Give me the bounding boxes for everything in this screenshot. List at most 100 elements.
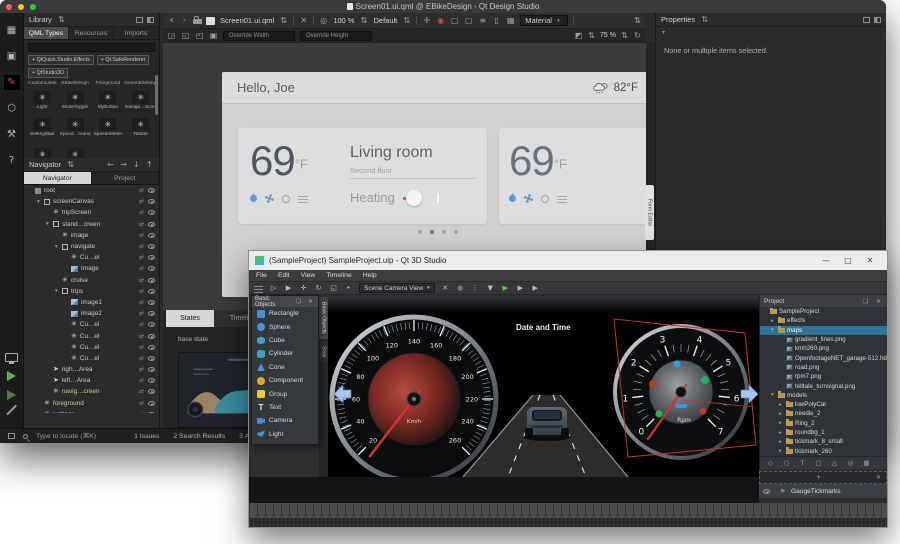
expand-arrow-icon[interactable]: ▸ [779, 402, 786, 408]
project-item-lowpolycar[interactable]: ▸lowPolyCar [760, 400, 887, 409]
step-icon[interactable]: ▶ [516, 284, 525, 292]
basic-object-cylinder[interactable]: Cylinder [252, 347, 318, 360]
basic-object-sphere[interactable]: Sphere [252, 320, 318, 333]
play-icon[interactable]: ▶ [501, 284, 510, 292]
project-item-roundbg-1[interactable]: ▸roundbg_1 [760, 428, 887, 437]
visibility-eye-icon[interactable] [148, 233, 155, 238]
export-toggle-icon[interactable]: ⇄ [139, 388, 144, 395]
page-dot-3[interactable] [442, 230, 446, 234]
collapse-caret-icon[interactable]: ▾ [656, 27, 886, 36]
timeline-layer-row[interactable]: ✳ GaugeTickmarks [759, 484, 887, 498]
vtab-basic-objects[interactable]: Basic Objects [319, 297, 328, 339]
split-panel-icon[interactable] [136, 17, 143, 23]
close-icon[interactable]: ✕ [859, 256, 881, 265]
minimize-icon[interactable]: — [815, 256, 837, 265]
lib-btn-qtquick-studio-effects[interactable]: + QtQuick.Studio.Effects [28, 55, 94, 65]
visibility-eye-icon[interactable] [148, 345, 155, 350]
fit-selection-icon[interactable]: ◲ [167, 31, 176, 40]
visibility-eye-icon[interactable] [148, 278, 155, 283]
ds-titlebar[interactable]: Screen01.ui.qml @ EBikeDesign - Qt Desig… [0, 0, 886, 13]
scale-tool-icon[interactable]: ◱ [329, 284, 338, 292]
help-icon[interactable]: ? [4, 153, 20, 168]
export-toggle-icon[interactable]: ⇄ [139, 377, 144, 384]
export-toggle-icon[interactable]: ⇄ [139, 321, 144, 328]
export-toggle-icon[interactable]: ⇄ [139, 310, 144, 317]
basic-object-text[interactable]: TText [252, 401, 318, 414]
library-component-naviga-screen[interactable]: ✳Naviga…Screen [124, 87, 157, 114]
export-toggle-icon[interactable]: ⇄ [139, 277, 144, 284]
text-asset-icon[interactable]: T [798, 459, 807, 467]
project-item-telltale-turnsignal-png[interactable]: telltale_turnsignal.png [760, 381, 887, 390]
export-toggle-icon[interactable]: ⇄ [139, 344, 144, 351]
export-toggle-icon[interactable]: ⇄ [139, 400, 144, 407]
navigator-item-cu-el[interactable]: ✳Cu…el⇄ [24, 353, 159, 364]
project-item-sampleproject[interactable]: SampleProject [760, 307, 887, 316]
lib-btn-qtstudio3d[interactable]: + QtStudio3D [28, 68, 68, 78]
room-card[interactable]: 69°F Living room Second floor Heating [238, 128, 487, 224]
form-editor-side-tab[interactable]: Form Editor [645, 185, 654, 240]
navigator-item-image[interactable]: Image⇄ [24, 263, 159, 274]
expand-arrow-icon[interactable]: ▸ [779, 439, 786, 445]
distribute-icon[interactable]: ▯ [492, 16, 501, 25]
export-toggle-icon[interactable]: ⇄ [139, 265, 144, 272]
visibility-eye-icon[interactable] [148, 300, 155, 305]
annotations-icon[interactable]: ◉ [436, 16, 445, 25]
timeline-scroll-strip[interactable] [249, 518, 887, 527]
menu-item-file[interactable]: File [256, 272, 267, 279]
style-select[interactable]: Default [373, 16, 397, 25]
export-toggle-icon[interactable]: ⇄ [139, 299, 144, 306]
close-tab-icon[interactable]: ✕ [299, 16, 308, 25]
project-item-effects[interactable]: ▸effects [760, 316, 887, 325]
ptab-navigator[interactable]: Navigator [24, 172, 92, 184]
export-toggle-icon[interactable]: ⇄ [139, 198, 144, 205]
status-item-2-search-results[interactable]: 2 Search Results [173, 433, 225, 440]
override-height-field[interactable]: Override Height [300, 31, 372, 41]
close-view-icon[interactable]: ✕ [441, 284, 450, 292]
zoom-level[interactable]: 100 % [333, 16, 354, 25]
visibility-eye-icon[interactable] [148, 311, 155, 316]
float-panel-icon[interactable]: ❏ [294, 298, 303, 305]
ptab-project[interactable]: Project [92, 172, 160, 184]
menu-item-view[interactable]: View [301, 272, 316, 279]
basic-object-camera[interactable]: Camera [252, 414, 318, 427]
tools-icon[interactable]: ⚒ [4, 127, 20, 142]
library-component-speedometer[interactable]: ✳SpeedoMeter [92, 114, 125, 141]
lib-group-foreground[interactable]: Foreground [92, 81, 125, 86]
ptab-qml-types[interactable]: QML Types [24, 27, 69, 39]
library-component-settingsbar[interactable]: ✳SettingsBar [26, 114, 59, 141]
toggle-knob[interactable] [406, 190, 422, 206]
visibility-eye-icon[interactable] [148, 266, 155, 271]
device-preview-icon[interactable] [5, 353, 18, 362]
drag-handle-icon[interactable] [254, 284, 263, 293]
run-button[interactable] [7, 371, 16, 381]
visibility-eye-icon[interactable] [148, 244, 155, 249]
navigator-item-navigate[interactable]: ▾navigate⇄ [24, 241, 159, 252]
basic-object-cone[interactable]: Cone [252, 361, 318, 374]
navigator-item-screencanvas[interactable]: ▾screenCanvas⇄ [24, 196, 159, 207]
fan-icon[interactable] [524, 194, 533, 203]
export-toggle-icon[interactable]: ⇄ [139, 411, 144, 413]
visibility-eye-icon[interactable] [148, 389, 155, 394]
navigator-item-settings[interactable]: ✳settings⇄ [24, 409, 159, 413]
visibility-eye-icon[interactable] [148, 289, 155, 294]
export-toggle-icon[interactable]: ⇄ [139, 366, 144, 373]
bounds-alt-icon[interactable]: ▢ [464, 16, 473, 25]
navigator-item-cu-el[interactable]: ✳Cu…el⇄ [24, 319, 159, 330]
play-tool-icon[interactable]: ▶ [284, 284, 293, 292]
behavior-icon[interactable]: ○ [782, 459, 791, 467]
library-component-light[interactable]: ✳Light [26, 87, 59, 114]
tab-states[interactable]: States [166, 310, 214, 327]
ptab-resources[interactable]: Resources [69, 27, 114, 39]
camera-view-combo[interactable]: Scene Camera View▾ [359, 283, 435, 293]
navigator-item-stand-creen[interactable]: ▾stand…creen⇄ [24, 219, 159, 230]
ptab-imports[interactable]: Imports [114, 27, 159, 39]
fit-canvas-icon[interactable]: ◰ [195, 31, 204, 40]
expand-arrow-icon[interactable]: ▸ [779, 448, 786, 454]
theme-combo[interactable]: Material ▾ [520, 15, 568, 26]
menu-item-timeline[interactable]: Timeline [326, 272, 351, 279]
visibility-eye-icon[interactable] [148, 210, 155, 215]
navigator-item-image2[interactable]: image2⇄ [24, 308, 159, 319]
humidity-icon[interactable] [249, 194, 259, 204]
zoom-spinner-icon[interactable]: ⇅ [587, 31, 596, 40]
project-item-kmh260-png[interactable]: kmh260.png [760, 344, 887, 353]
